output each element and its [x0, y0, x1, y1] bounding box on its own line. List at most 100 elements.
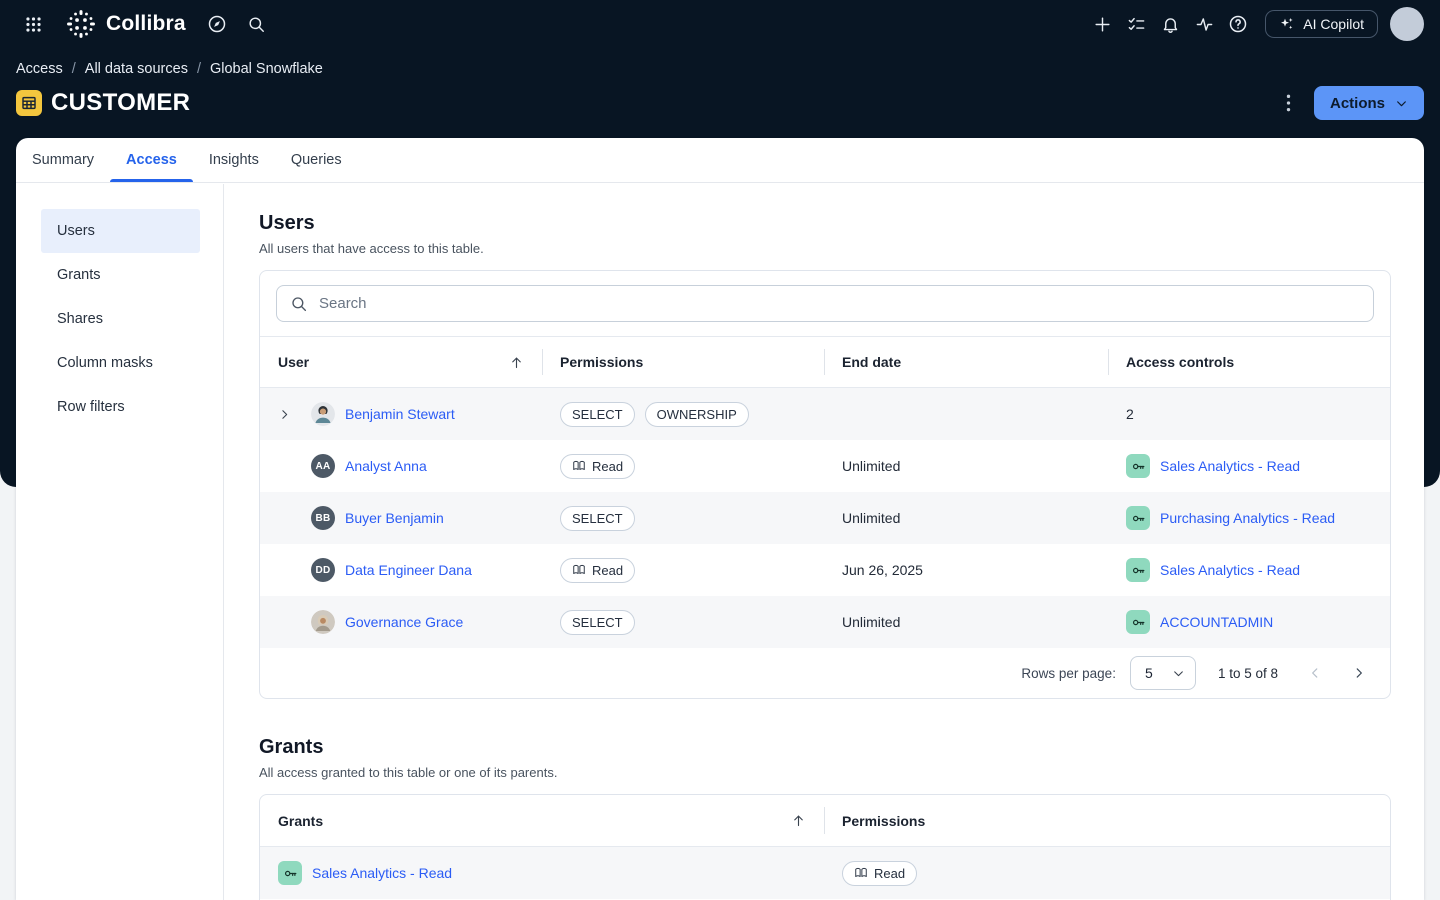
app-grid-icon[interactable]: [16, 7, 50, 41]
end-date-cell: Jun 26, 2025: [824, 544, 1108, 596]
next-page-button[interactable]: [1344, 658, 1374, 688]
tab-queries[interactable]: Queries: [275, 138, 358, 182]
permission-badge: Read: [560, 454, 635, 479]
activity-pulse-icon[interactable]: [1187, 7, 1221, 41]
book-icon: [572, 563, 586, 577]
table-asset-icon: [16, 90, 42, 116]
page-title-bar: CUSTOMER Actions: [16, 84, 1424, 122]
chevron-down-icon: [1395, 97, 1408, 110]
users-section-title: Users: [259, 212, 1391, 235]
sidebar-item-column-masks[interactable]: Column masks: [41, 341, 200, 385]
table-row: Benjamin Stewart SELECT OWNERSHIP 2: [260, 388, 1390, 440]
rows-per-page-label: Rows per page:: [1021, 666, 1116, 681]
expand-row-chevron-icon[interactable]: [278, 408, 311, 421]
compass-icon[interactable]: [200, 7, 234, 41]
user-link[interactable]: Governance Grace: [345, 614, 463, 630]
avatar-photo: [311, 402, 335, 426]
access-control-key-icon: [1126, 558, 1150, 582]
search-icon: [290, 295, 308, 313]
tasks-checklist-icon[interactable]: [1119, 7, 1153, 41]
brand-name: Collibra: [106, 12, 186, 36]
avatar-initials: AA: [311, 454, 335, 478]
access-control-key-icon: [1126, 610, 1150, 634]
sort-ascending-icon[interactable]: [791, 813, 806, 828]
breadcrumb-global-snowflake[interactable]: Global Snowflake: [210, 61, 323, 77]
collibra-logo-icon: [66, 9, 96, 39]
end-date-cell: Unlimited: [824, 492, 1108, 544]
user-link[interactable]: Data Engineer Dana: [345, 562, 472, 578]
avatar-initials: BB: [311, 506, 335, 530]
sort-ascending-icon[interactable]: [509, 355, 524, 370]
access-control-link[interactable]: Sales Analytics - Read: [1160, 562, 1300, 578]
user-link[interactable]: Buyer Benjamin: [345, 510, 444, 526]
users-search[interactable]: [276, 285, 1374, 322]
permission-badge: Read: [560, 558, 635, 583]
grants-table: Grants Permissions: [259, 794, 1391, 900]
ai-copilot-button[interactable]: AI Copilot: [1265, 10, 1378, 38]
users-table-header: User Permissions End date Access control…: [260, 336, 1390, 388]
column-header-access-controls[interactable]: Access controls: [1108, 337, 1390, 387]
user-avatar[interactable]: [1390, 7, 1424, 41]
create-plus-icon[interactable]: [1085, 7, 1119, 41]
permission-badge: SELECT: [560, 610, 635, 635]
tab-access[interactable]: Access: [110, 138, 193, 182]
search-icon[interactable]: [240, 7, 274, 41]
breadcrumb-access[interactable]: Access: [16, 61, 63, 77]
sidebar-item-shares[interactable]: Shares: [41, 297, 200, 341]
access-controls-count: 2: [1108, 388, 1390, 440]
access-control-link[interactable]: ACCOUNTADMIN: [1160, 614, 1273, 630]
sidebar-item-row-filters[interactable]: Row filters: [41, 385, 200, 429]
user-link[interactable]: Analyst Anna: [345, 458, 427, 474]
column-header-user[interactable]: User: [260, 337, 542, 387]
pagination-bar: Rows per page: 5 1 to 5 of 8: [260, 648, 1390, 698]
sidebar-item-grants[interactable]: Grants: [41, 253, 200, 297]
avatar-initials: DD: [311, 558, 335, 582]
end-date-cell: Unlimited: [824, 596, 1108, 648]
column-header-end-date[interactable]: End date: [824, 337, 1108, 387]
table-row: AA Analyst Anna Read Unlimited: [260, 440, 1390, 492]
end-date-cell: Unlimited: [824, 440, 1108, 492]
column-header-permissions[interactable]: Permissions: [824, 795, 1390, 846]
grants-section-subtitle: All access granted to this table or one …: [259, 765, 1391, 780]
access-sidebar: Users Grants Shares Column masks Row fil…: [16, 184, 224, 900]
permission-badge: SELECT: [560, 506, 635, 531]
notifications-bell-icon[interactable]: [1153, 7, 1187, 41]
breadcrumb: Access / All data sources / Global Snowf…: [16, 61, 323, 77]
table-row: BB Buyer Benjamin SELECT Unlimited: [260, 492, 1390, 544]
users-section-subtitle: All users that have access to this table…: [259, 241, 1391, 256]
pagination-range: 1 to 5 of 8: [1218, 666, 1278, 681]
access-control-key-icon: [1126, 454, 1150, 478]
table-row: Sales Analytics - Read Read: [260, 847, 1390, 899]
permission-badge: SELECT: [560, 402, 635, 427]
end-date-cell: [824, 388, 1108, 440]
permission-badge: Read: [842, 861, 917, 886]
grant-link[interactable]: Sales Analytics - Read: [312, 865, 452, 881]
users-search-input[interactable]: [319, 295, 1360, 312]
sparkles-icon: [1279, 16, 1295, 32]
rows-per-page-select[interactable]: 5: [1130, 656, 1196, 690]
avatar-photo: [311, 610, 335, 634]
breadcrumb-all-data-sources[interactable]: All data sources: [85, 61, 188, 77]
grants-section-title: Grants: [259, 736, 1391, 759]
previous-page-button[interactable]: [1300, 658, 1330, 688]
more-options-kebab-icon[interactable]: [1278, 88, 1300, 118]
table-row: Governance Grace SELECT Unlimited: [260, 596, 1390, 648]
help-icon[interactable]: [1221, 7, 1255, 41]
user-link[interactable]: Benjamin Stewart: [345, 406, 455, 422]
book-icon: [854, 866, 868, 880]
users-table: User Permissions End date Access control…: [259, 270, 1391, 699]
access-control-link[interactable]: Sales Analytics - Read: [1160, 458, 1300, 474]
ai-copilot-label: AI Copilot: [1303, 16, 1364, 32]
access-control-link[interactable]: Purchasing Analytics - Read: [1160, 510, 1335, 526]
tab-summary[interactable]: Summary: [16, 138, 110, 182]
grants-table-header: Grants Permissions: [260, 795, 1390, 847]
asset-detail-card: Summary Access Insights Queries Users Gr…: [16, 138, 1424, 900]
table-row: DD Data Engineer Dana Read Jun 26, 2025: [260, 544, 1390, 596]
actions-button[interactable]: Actions: [1314, 86, 1424, 120]
column-header-permissions[interactable]: Permissions: [542, 337, 824, 387]
chevron-down-icon: [1172, 667, 1185, 680]
column-header-grants[interactable]: Grants: [260, 795, 824, 846]
sidebar-item-users[interactable]: Users: [41, 209, 200, 253]
book-icon: [572, 459, 586, 473]
tab-insights[interactable]: Insights: [193, 138, 275, 182]
